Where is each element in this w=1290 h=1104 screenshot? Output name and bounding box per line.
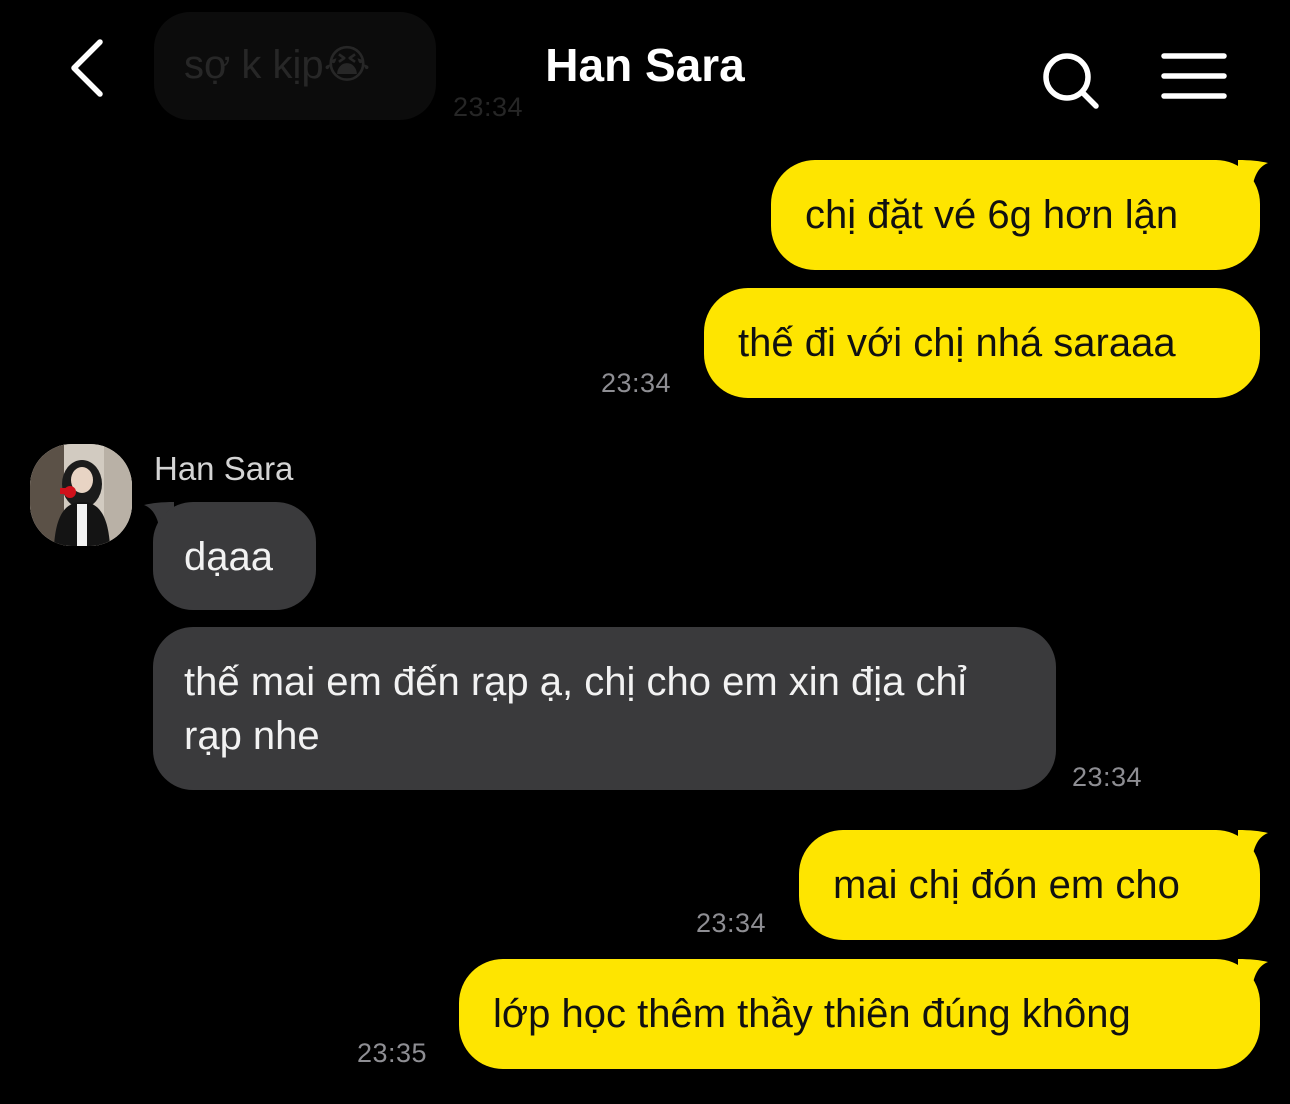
chat-title: Han Sara bbox=[545, 39, 745, 91]
chat-header: Han Sara bbox=[0, 0, 1290, 140]
message-text: dạaa bbox=[184, 535, 273, 579]
message-text: chị đặt vé 6g hơn lận bbox=[805, 193, 1179, 237]
message-text: thế mai em đến rạp ạ, chị cho em xin địa… bbox=[184, 660, 967, 758]
message-text: lớp học thêm thầy thiên đúng không bbox=[493, 992, 1131, 1036]
sender-avatar[interactable] bbox=[30, 444, 132, 546]
search-button[interactable] bbox=[1038, 48, 1104, 114]
message-timestamp: 23:35 bbox=[357, 1038, 428, 1068]
outgoing-message-bubble[interactable]: mai chị đón em cho bbox=[799, 830, 1260, 940]
message-timestamp: 23:34 bbox=[601, 368, 672, 398]
sender-name: Han Sara bbox=[154, 450, 294, 487]
message-text: thế đi với chị nhá saraaa bbox=[738, 321, 1176, 365]
avatar-photo bbox=[30, 444, 132, 546]
chevron-left-icon bbox=[71, 39, 103, 97]
outgoing-message-bubble[interactable]: chị đặt vé 6g hơn lận bbox=[771, 160, 1260, 270]
outgoing-message-bubble[interactable]: thế đi với chị nhá saraaa bbox=[704, 288, 1260, 398]
message-timestamp: 23:34 bbox=[696, 908, 767, 938]
outgoing-message-bubble[interactable]: lớp học thêm thầy thiên đúng không bbox=[459, 959, 1260, 1069]
message-timestamp: 23:34 bbox=[1072, 762, 1143, 792]
hamburger-menu-icon bbox=[1161, 53, 1227, 99]
incoming-message-bubble[interactable]: dạaa bbox=[153, 502, 316, 610]
back-button[interactable] bbox=[60, 34, 120, 102]
message-text: mai chị đón em cho bbox=[833, 863, 1180, 907]
search-icon bbox=[1043, 53, 1099, 109]
incoming-message-bubble[interactable]: thế mai em đến rạp ạ, chị cho em xin địa… bbox=[153, 627, 1056, 790]
menu-button[interactable] bbox=[1160, 50, 1228, 104]
